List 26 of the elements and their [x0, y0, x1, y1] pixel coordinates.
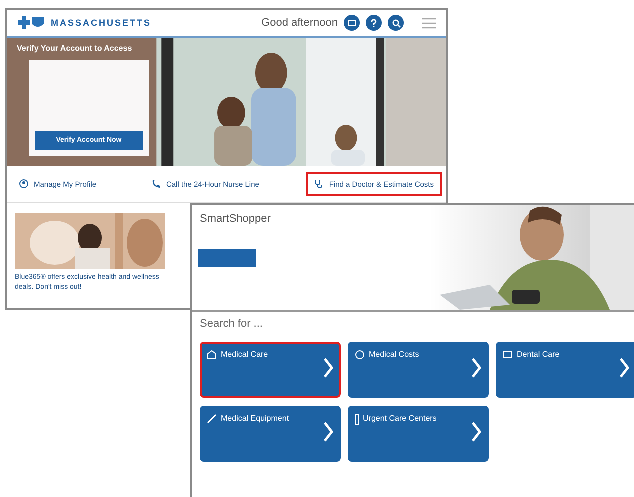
chevron-icon: [324, 358, 333, 378]
building-icon: [207, 350, 217, 360]
greeting: Good afternoon: [262, 17, 338, 29]
chevron-icon: [324, 422, 333, 442]
category-card[interactable]: Dental Care: [496, 342, 634, 398]
monitor-icon: [503, 350, 513, 360]
bar-icon: [355, 414, 359, 425]
category-card[interactable]: Medical Costs: [348, 342, 489, 398]
stethoscope-icon: [314, 179, 324, 189]
help-icon[interactable]: [366, 15, 382, 31]
pen-icon: [207, 414, 217, 424]
phone-icon: [151, 179, 162, 189]
category-card[interactable]: Urgent Care Centers: [348, 406, 489, 462]
category-card[interactable]: Medical Care: [200, 342, 341, 398]
section-heading: Search for ...: [199, 317, 264, 332]
cross-shield-logo-icon: [17, 16, 45, 30]
page-title: SmartShopper: [200, 213, 271, 225]
chevron-icon: [620, 358, 629, 378]
mail-icon[interactable]: [344, 15, 360, 31]
category-card[interactable]: Medical Equipment: [200, 406, 341, 462]
search-icon[interactable]: [388, 15, 404, 31]
chevron-icon: [472, 358, 481, 378]
chevron-icon: [472, 422, 481, 442]
hero-heading: Verify Your Account to Access: [17, 44, 132, 53]
profile-icon: [19, 179, 29, 189]
brand-name: MASSACHUSETTS: [51, 18, 152, 28]
